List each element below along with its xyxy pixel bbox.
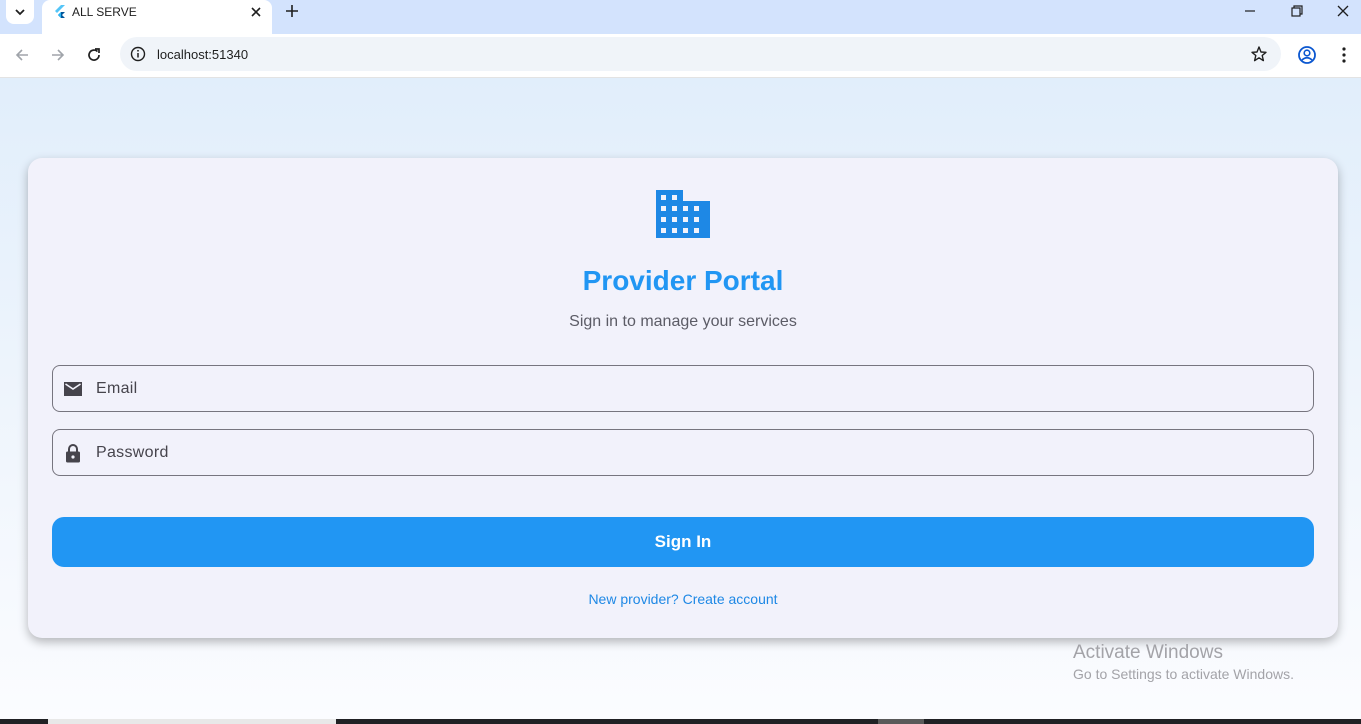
email-field[interactable] xyxy=(52,365,1314,412)
tab-strip: ALL SERVE xyxy=(0,0,1361,34)
lock-icon xyxy=(66,444,80,463)
restore-icon[interactable] xyxy=(1288,2,1306,20)
activation-watermark: Activate Windows Go to Settings to activ… xyxy=(1073,642,1294,683)
back-icon[interactable] xyxy=(12,45,32,65)
page-title: Provider Portal xyxy=(582,265,784,296)
browser-toolbar: localhost:51340 xyxy=(0,34,1361,78)
more-menu-icon[interactable] xyxy=(1334,45,1354,65)
profile-icon[interactable] xyxy=(1297,45,1317,65)
taskbar-segment xyxy=(48,719,336,724)
tab-search-button[interactable] xyxy=(6,0,34,24)
email-icon xyxy=(64,382,82,396)
password-field[interactable] xyxy=(52,429,1314,476)
address-bar[interactable]: localhost:51340 xyxy=(120,37,1281,71)
taskbar-segment xyxy=(878,719,924,724)
flutter-icon xyxy=(55,5,65,18)
building-icon xyxy=(656,190,710,238)
password-input[interactable] xyxy=(96,430,1296,475)
close-window-icon[interactable] xyxy=(1334,2,1352,20)
close-icon[interactable] xyxy=(248,4,264,20)
url-text: localhost:51340 xyxy=(157,47,249,62)
sign-in-button[interactable]: Sign In xyxy=(52,517,1314,567)
login-card: Provider Portal Sign in to manage your s… xyxy=(28,158,1338,638)
watermark-subtitle: Go to Settings to activate Windows. xyxy=(1073,666,1294,682)
minimize-icon[interactable] xyxy=(1241,2,1259,20)
new-tab-icon[interactable] xyxy=(283,2,301,20)
forward-icon[interactable] xyxy=(48,45,68,65)
create-account-link[interactable]: New provider? Create account xyxy=(28,591,1338,608)
email-input[interactable] xyxy=(96,366,1296,411)
info-icon[interactable] xyxy=(130,46,146,62)
chevron-down-icon xyxy=(15,9,25,16)
watermark-title: Activate Windows xyxy=(1073,642,1223,663)
page-subtitle: Sign in to manage your services xyxy=(569,313,797,330)
taskbar-edge xyxy=(0,719,1361,724)
star-icon[interactable] xyxy=(1250,45,1268,63)
page-body: Provider Portal Sign in to manage your s… xyxy=(0,78,1361,720)
reload-icon[interactable] xyxy=(84,45,104,65)
browser-tab[interactable]: ALL SERVE xyxy=(42,0,272,34)
tab-title: ALL SERVE xyxy=(72,5,137,19)
